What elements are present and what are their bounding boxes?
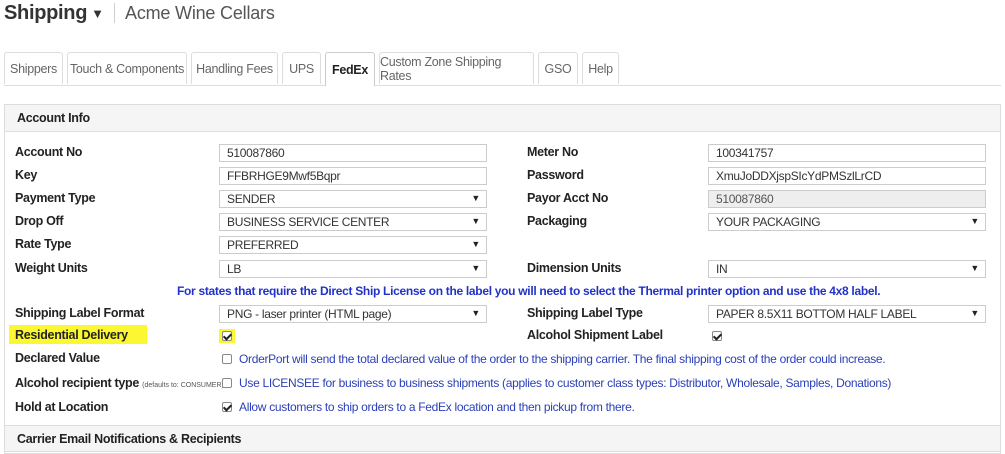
company-name: Acme Wine Cellars	[125, 2, 275, 23]
packaging-select[interactable]: YOUR PACKAGING ▼	[708, 213, 986, 231]
hold-at-location-label: Hold at Location	[15, 400, 109, 414]
declared-value-label: Declared Value	[15, 351, 100, 365]
dimension-units-value: IN	[716, 262, 728, 276]
hold-at-location-checkbox[interactable]	[222, 402, 232, 412]
alcohol-recipient-type-description: Use LICENSEE for business to business sh…	[239, 376, 892, 390]
account-info-panel: Account Info Account No 510087860 Meter …	[4, 104, 1001, 454]
dimension-units-label: Dimension Units	[527, 261, 622, 275]
alcohol-shipment-label-label: Alcohol Shipment Label	[527, 328, 663, 342]
account-no-input[interactable]: 510087860	[219, 144, 487, 162]
alcohol-recipient-type-note: (defaults to: CONSUMER)	[142, 382, 224, 389]
app-title[interactable]: Shipping	[4, 2, 87, 25]
payment-type-value: SENDER	[227, 192, 276, 206]
hold-at-location-description: Allow customers to ship orders to a FedE…	[239, 400, 635, 414]
meter-no-input[interactable]: 100341757	[708, 144, 986, 162]
chevron-down-icon[interactable]: ▼	[91, 6, 104, 21]
residential-delivery-label: Residential Delivery	[15, 328, 128, 342]
payment-type-select[interactable]: SENDER ▼	[219, 190, 487, 208]
tab-ups[interactable]: UPS	[282, 52, 321, 84]
rate-type-select[interactable]: PREFERRED ▼	[219, 236, 487, 254]
alcohol-shipment-label-checkbox[interactable]	[712, 331, 722, 341]
tab-gso[interactable]: GSO	[538, 52, 578, 84]
drop-off-select[interactable]: BUSINESS SERVICE CENTER ▼	[219, 213, 487, 231]
declared-value-checkbox[interactable]	[222, 354, 232, 364]
alcohol-recipient-type-text: Alcohol recipient type	[15, 376, 139, 390]
dropdown-arrow-icon: ▼	[970, 308, 979, 318]
section-heading-account-info: Account Info	[5, 105, 1000, 132]
key-label: Key	[15, 168, 38, 182]
residential-delivery-checkbox[interactable]	[222, 331, 232, 341]
weight-units-value: LB	[227, 262, 242, 276]
meter-no-label: Meter No	[527, 145, 579, 159]
shipping-label-format-select[interactable]: PNG - laser printer (HTML page) ▼	[219, 305, 487, 323]
dropdown-arrow-icon: ▼	[471, 308, 480, 318]
payor-acct-no-label: Payor Acct No	[527, 191, 609, 205]
shipping-label-type-value: PAPER 8.5X11 BOTTOM HALF LABEL	[716, 307, 917, 321]
dropdown-arrow-icon: ▼	[471, 216, 480, 226]
rate-type-value: PREFERRED	[227, 238, 299, 252]
packaging-label: Packaging	[527, 214, 587, 228]
page-header: Shipping ▼ Acme Wine Cellars	[4, 0, 275, 26]
drop-off-value: BUSINESS SERVICE CENTER	[227, 215, 390, 229]
dropdown-arrow-icon: ▼	[970, 263, 979, 273]
tab-custom-zone-shipping-rates[interactable]: Custom Zone Shipping Rates	[379, 52, 534, 84]
weight-units-label: Weight Units	[15, 261, 88, 275]
tab-handling-fees[interactable]: Handling Fees	[191, 52, 278, 84]
dropdown-arrow-icon: ▼	[471, 239, 480, 249]
tab-shippers[interactable]: Shippers	[4, 52, 63, 84]
tab-bar: Shippers Touch & Components Handling Fee…	[4, 52, 1001, 86]
key-input[interactable]: FFBRHGE9Mwf5Bqpr	[219, 167, 487, 185]
shipping-label-format-label: Shipping Label Format	[15, 306, 145, 320]
weight-units-select[interactable]: LB ▼	[219, 260, 487, 278]
password-input[interactable]: XmuJoDDXjspSIcYdPMSzlLrCD	[708, 167, 986, 185]
alcohol-recipient-type-checkbox[interactable]	[222, 378, 232, 388]
packaging-value: YOUR PACKAGING	[716, 215, 821, 229]
alcohol-recipient-type-label: Alcohol recipient type (defaults to: CON…	[15, 376, 224, 390]
section-heading-carrier-email: Carrier Email Notifications & Recipients	[5, 425, 1000, 452]
payment-type-label: Payment Type	[15, 191, 96, 205]
dropdown-arrow-icon: ▼	[471, 193, 480, 203]
password-label: Password	[527, 168, 584, 182]
drop-off-label: Drop Off	[15, 214, 64, 228]
shipping-label-type-label: Shipping Label Type	[527, 306, 643, 320]
payor-acct-no-input: 510087860	[708, 190, 986, 208]
tab-fedex[interactable]: FedEx	[325, 52, 375, 86]
declared-value-description: OrderPort will send the total declared v…	[239, 352, 886, 366]
direct-ship-license-notice: For states that require the Direct Ship …	[177, 284, 881, 298]
shipping-label-format-value: PNG - laser printer (HTML page)	[227, 307, 392, 321]
account-no-label: Account No	[15, 145, 83, 159]
dimension-units-select[interactable]: IN ▼	[708, 260, 986, 278]
tab-help[interactable]: Help	[582, 52, 619, 84]
shipping-label-type-select[interactable]: PAPER 8.5X11 BOTTOM HALF LABEL ▼	[708, 305, 986, 323]
dropdown-arrow-icon: ▼	[471, 263, 480, 273]
dropdown-arrow-icon: ▼	[970, 216, 979, 226]
rate-type-label: Rate Type	[15, 237, 72, 251]
header-divider	[114, 3, 116, 23]
tab-touch-components[interactable]: Touch & Components	[67, 52, 187, 84]
